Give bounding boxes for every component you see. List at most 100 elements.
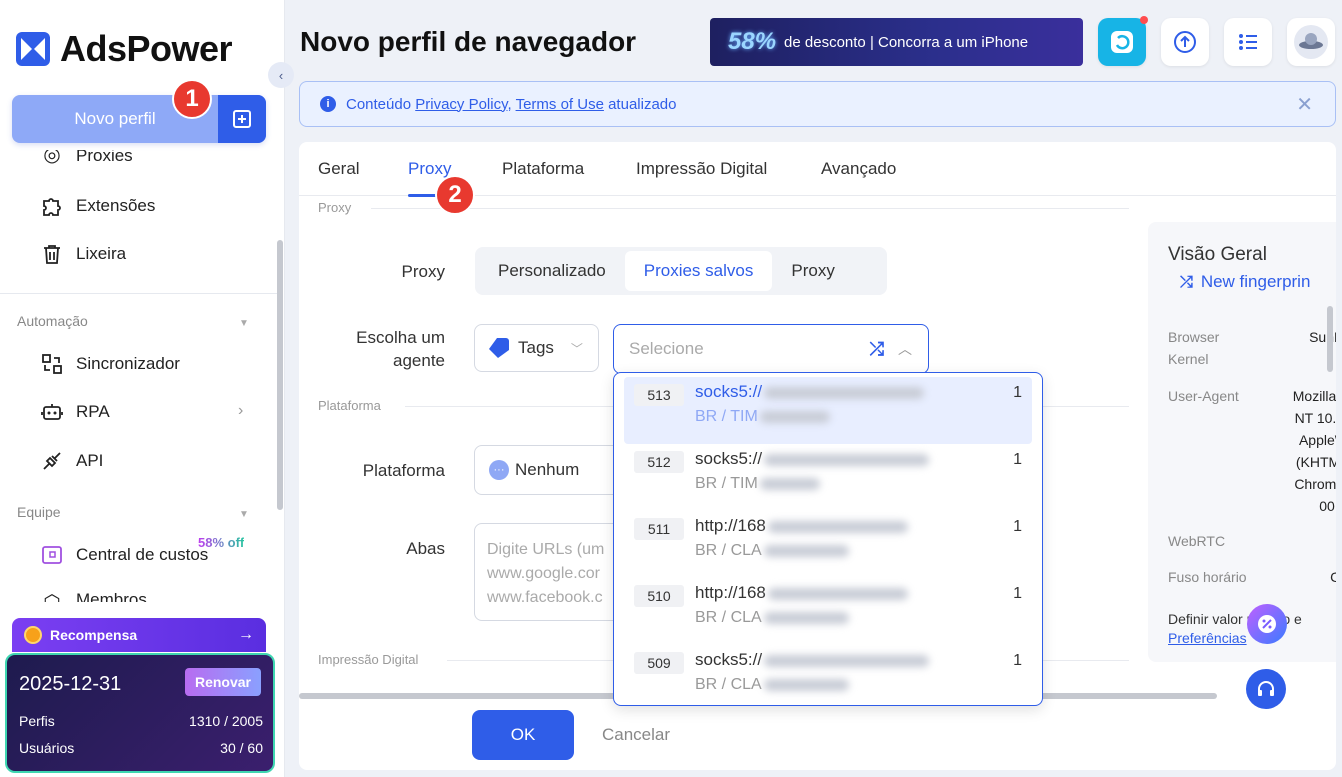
tab-proxy[interactable]: Proxy [408, 159, 451, 179]
redacted-text [763, 544, 849, 557]
add-icon [233, 110, 251, 128]
proxy-protocol: socks5:// [695, 449, 763, 468]
tab-general[interactable]: Geral [318, 159, 360, 179]
batch-add-button[interactable] [218, 95, 266, 143]
automation-section-label: Automação [17, 313, 88, 329]
page-title: Novo perfil de navegador [300, 26, 637, 57]
sync-icon [40, 352, 64, 376]
preferences-link[interactable]: Preferências [1168, 630, 1247, 646]
step-callout-2: 2 [435, 175, 475, 215]
tag-icon [489, 338, 509, 358]
puzzle-icon [40, 194, 64, 218]
sidebar-item-proxies[interactable]: ◎ Proxies [40, 150, 132, 166]
ua-line: (KHTML [1295, 454, 1336, 470]
chevron-down-icon[interactable]: ▼ [239, 318, 249, 329]
renew-button[interactable]: Renovar [185, 668, 261, 696]
promo-banner[interactable]: 58% de desconto | Concorra a um iPhone [710, 18, 1083, 66]
notice-separator: , [507, 95, 512, 113]
chevron-down-icon[interactable]: ▼ [239, 509, 249, 520]
ua-line: Chrome/ [1294, 476, 1336, 492]
proxy-id: 511 [634, 518, 684, 540]
terms-of-use-link[interactable]: Terms of Use [516, 96, 604, 113]
upload-button[interactable] [1161, 18, 1209, 66]
members-icon: ⬡ [40, 590, 64, 603]
tab-platform[interactable]: Plataforma [502, 159, 584, 179]
platform-label: Plataforma [362, 461, 445, 480]
proxy-region: BR / CLA [695, 609, 762, 626]
option-custom[interactable]: Personalizado [479, 251, 625, 291]
proxy-usage-count: 1 [1013, 652, 1022, 669]
privacy-policy-link[interactable]: Privacy Policy [415, 96, 507, 113]
headset-icon [1258, 681, 1274, 696]
tab-fingerprint[interactable]: Impressão Digital [636, 159, 767, 179]
proxy-id: 509 [634, 652, 684, 674]
list-item[interactable]: 510 http://168 BR / CLA 1 [624, 578, 1032, 645]
proxy-location: BR / TIM [695, 408, 830, 426]
option-saved-proxies[interactable]: Proxies salvos [624, 251, 773, 291]
platform-select[interactable]: ··· Nenhum [474, 445, 634, 495]
proxy-id: 513 [634, 384, 684, 406]
section-divider [371, 208, 1129, 209]
sidebar-scrollbar[interactable] [277, 240, 283, 510]
promo-text: de desconto | Concorra a um iPhone [784, 33, 1029, 51]
sidebar-item-extensions[interactable]: Extensões [40, 194, 155, 218]
list-icon [1239, 34, 1257, 50]
wallet-icon [40, 543, 64, 567]
list-item[interactable]: 513 socks5:// BR / TIM 1 [624, 377, 1032, 444]
divider [0, 293, 280, 294]
discount-float-button[interactable] [1247, 604, 1287, 644]
reward-banner[interactable]: Recompensa → [12, 618, 266, 652]
plan-expiry-date: 2025-12-31 [19, 673, 122, 695]
new-fingerprint-button[interactable]: ⤮ New fingerprin [1180, 272, 1310, 292]
proxy-usage-count: 1 [1013, 451, 1022, 468]
task-list-button[interactable] [1224, 18, 1272, 66]
avatar-icon [1294, 25, 1328, 59]
ok-button[interactable]: OK [472, 710, 574, 760]
urls-textarea[interactable]: Digite URLs (um www.google.cor www.faceb… [474, 523, 634, 621]
list-item[interactable]: 511 http://168 BR / CLA 1 [624, 511, 1032, 578]
shuffle-icon[interactable]: ⤮ [870, 339, 884, 360]
list-item[interactable]: 512 socks5:// BR / TIM 1 [624, 444, 1032, 511]
proxy-protocol: http://168 [695, 516, 766, 535]
webrtc-label: WebRTC [1168, 533, 1226, 549]
sidebar-item-synchronizer[interactable]: Sincronizador [40, 352, 180, 376]
platform-value: Nenhum [515, 460, 580, 479]
proxy-usage-count: 1 [1013, 585, 1022, 602]
redacted-text [759, 477, 820, 490]
proxy-id: 510 [634, 585, 684, 607]
sidebar-item-cost-center[interactable]: Central de custos [40, 543, 208, 567]
new-profile-button[interactable]: Novo perfil [12, 95, 266, 143]
section-title-proxy: Proxy [318, 200, 352, 215]
proxy-address: socks5:// [695, 382, 925, 402]
notice-prefix: Conteúdo [346, 95, 412, 113]
timezone-label: Fuso horário [1168, 569, 1247, 585]
section-title-fingerprint: Impressão Digital [318, 652, 419, 667]
sidebar-item-api[interactable]: API [40, 449, 103, 473]
profiles-value: 1310 / 2005 [189, 713, 263, 729]
proxy-address: http://168 [695, 583, 908, 603]
redacted-address [764, 654, 930, 667]
tabs-label: Abas [406, 539, 445, 558]
ua-line: AppleW [1298, 432, 1336, 448]
close-icon[interactable]: ✕ [1296, 92, 1313, 117]
proxy-label: Proxy [401, 262, 445, 281]
list-item[interactable]: 509 socks5:// BR / CLA 1 [624, 645, 1032, 712]
avatar[interactable] [1287, 18, 1335, 66]
support-float-button[interactable] [1246, 669, 1286, 709]
logo[interactable]: AdsPower [16, 28, 233, 70]
tab-advanced[interactable]: Avançado [821, 159, 896, 179]
cancel-button[interactable]: Cancelar [602, 725, 670, 745]
proxy-select[interactable]: Selecione ⤮ ︿ [613, 324, 929, 374]
sidebar-item-rpa[interactable]: RPA [40, 400, 110, 424]
redacted-text [759, 410, 830, 423]
tags-filter[interactable]: Tags ﹀ [474, 324, 599, 372]
sidebar-item-members[interactable]: ⬡ Membros [40, 590, 147, 602]
proxy-location: BR / CLA [695, 676, 849, 694]
overview-scrollbar[interactable] [1327, 306, 1333, 372]
user-agent-value: Mozilla/5 NT 10.0; AppleW (KHTML Chrome/… [1293, 385, 1336, 517]
app-update-button[interactable] [1098, 16, 1148, 66]
notice-suffix: atualizado [608, 95, 677, 113]
option-proxy[interactable]: Proxy [772, 251, 853, 291]
sidebar-item-trash[interactable]: Lixeira [40, 242, 126, 266]
collapse-sidebar-button[interactable]: ‹ [268, 62, 294, 88]
